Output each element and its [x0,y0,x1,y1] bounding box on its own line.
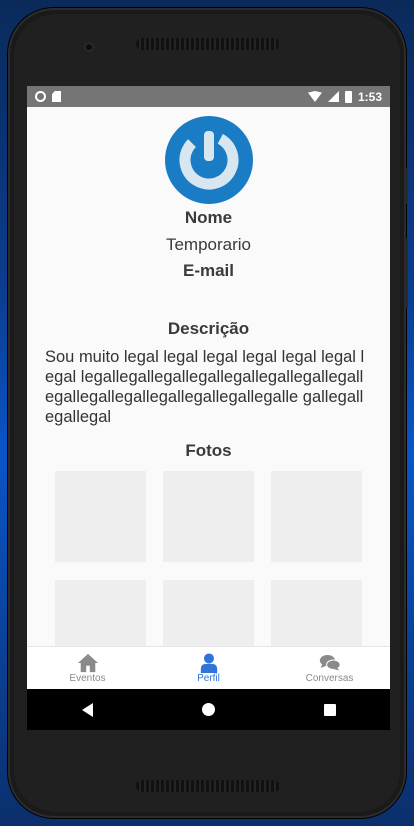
photo-tile[interactable] [271,471,362,562]
status-time: 1:53 [357,89,382,104]
top-speaker [136,38,280,50]
tab-perfil[interactable]: Perfil [148,647,269,690]
home-icon [77,653,98,673]
photo-tile[interactable] [163,471,254,562]
photos-label: Fotos [185,441,232,460]
name-value: Temporario [165,235,252,254]
photo-tile[interactable] [163,580,254,647]
description-label: Descrição [167,319,250,338]
power-logo-icon [164,116,253,204]
app-screen: 1:53 Nome Temporario E-mail Descrição So… [27,86,390,730]
tab-eventos[interactable]: Eventos [27,647,148,690]
back-icon[interactable] [81,702,93,717]
tab-label: Perfil [197,673,220,684]
bottom-tab-bar: Eventos Perfil Conversas [27,646,390,690]
name-label: Nome [184,208,233,227]
wifi-icon [307,91,322,102]
description-text: Sou muito legal legal legal legal legal … [45,348,365,426]
notification-dot-icon [35,91,46,102]
front-camera [84,42,94,52]
email-label: E-mail [182,261,235,280]
battery-icon [344,90,352,103]
sd-card-icon [52,91,61,102]
system-nav-bar [27,689,390,730]
signal-icon [327,91,339,102]
avatar[interactable] [164,116,253,204]
tab-conversas[interactable]: Conversas [269,647,390,690]
home-button-icon[interactable] [201,703,215,716]
profile-content[interactable]: Nome Temporario E-mail Descrição Sou mui… [27,107,390,647]
photo-tile[interactable] [55,471,146,562]
user-icon [200,653,217,673]
tab-label: Conversas [305,673,354,684]
volume-button[interactable] [404,168,408,204]
bottom-speaker [136,780,280,792]
power-button[interactable] [404,238,408,308]
tab-label: Eventos [69,673,106,684]
photo-grid [27,471,390,647]
chat-icon [319,654,341,671]
photo-tile[interactable] [55,580,146,647]
photo-tile[interactable] [271,580,362,647]
recent-apps-icon[interactable] [323,703,336,716]
status-bar: 1:53 [27,86,390,107]
